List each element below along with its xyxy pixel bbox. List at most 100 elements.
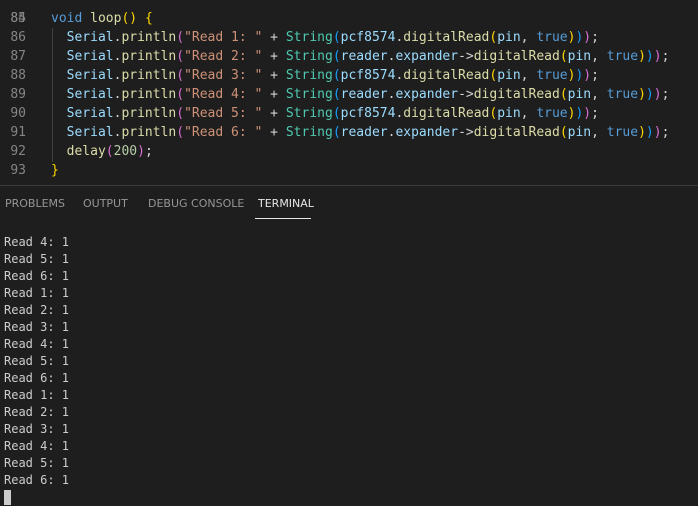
code-token: true [606, 125, 639, 140]
code-text: Serial.println("Read 5: " + String(pcf85… [51, 104, 599, 123]
code-token: "Read 3: " [184, 68, 263, 83]
code-text: } [51, 161, 59, 180]
code-token: pcf8574 [340, 106, 396, 121]
code-token: ) [583, 106, 592, 121]
terminal-line: Read 2: 1 [4, 405, 70, 419]
code-token: println [121, 87, 177, 102]
code-token: ) [653, 87, 662, 102]
code-token: pin [497, 68, 521, 83]
code-token: , [520, 68, 537, 83]
code-token: ( [489, 68, 498, 83]
code-token: { [144, 11, 153, 26]
code-token: reader [340, 49, 388, 64]
code-editor[interactable]: 84 85 void loop() {86 Serial.println("Rea… [0, 0, 698, 185]
code-token: , [520, 106, 537, 121]
code-token: -> [458, 87, 474, 102]
code-token: pcf8574 [340, 68, 396, 83]
code-token: true [536, 68, 568, 83]
terminal-line: Read 3: 1 [4, 320, 70, 334]
bottom-panel: PROBLEMS OUTPUT DEBUG CONSOLE TERMINAL R… [0, 186, 698, 506]
terminal-lines: Read 4: 1 Read 5: 1 Read 6: 1 Read 1: 1 Read… [4, 234, 698, 489]
terminal-line: Read 4: 1 [4, 337, 70, 351]
code-token: ; [591, 30, 599, 45]
code-token: expander [395, 125, 459, 140]
code-token: ( [559, 87, 568, 102]
code-token: String [285, 106, 333, 121]
panel-tabs: PROBLEMS OUTPUT DEBUG CONSOLE TERMINAL [0, 186, 698, 220]
terminal-line: Read 6: 1 [4, 269, 70, 283]
code-token: , [520, 30, 537, 45]
code-token: println [121, 30, 177, 45]
code-token: ; [661, 49, 670, 64]
line-number: 91 [10, 125, 26, 140]
code-token: + [262, 106, 286, 121]
code-token: + [262, 87, 286, 102]
code-token: String [285, 68, 333, 83]
code-token: pin [567, 87, 592, 102]
code-token: Serial [66, 49, 114, 64]
code-token: 200 [113, 144, 138, 159]
code-token: ) [645, 87, 654, 102]
code-token: ( [176, 106, 185, 121]
code-token: ) [137, 144, 145, 159]
terminal-line: Read 1: 1 [4, 286, 70, 300]
code-text: Serial.println("Read 6: " + String(reade… [51, 123, 670, 142]
code-token: digitalRead [403, 68, 490, 83]
terminal-line: Read 2: 1 [4, 303, 70, 317]
code-token: -> [458, 125, 474, 140]
code-token: () [121, 11, 138, 26]
code-token: println [121, 125, 177, 140]
code-token: ; [591, 68, 599, 83]
terminal-line: Read 4: 1 [4, 235, 70, 249]
code-token: ) [638, 49, 646, 64]
code-token: ; [661, 87, 670, 102]
code-token: digitalRead [473, 125, 560, 140]
code-token: Serial [66, 106, 114, 121]
code-token: loop [90, 11, 122, 26]
code-token: Serial [66, 87, 114, 102]
code-token: expander [395, 49, 459, 64]
code-token: Serial [66, 30, 114, 45]
tab-debug-console[interactable]: DEBUG CONSOLE [148, 197, 244, 210]
code-token: pin [567, 49, 592, 64]
terminal-output[interactable]: Read 4: 1 Read 5: 1 Read 6: 1 Read 1: 1 Read… [4, 234, 698, 506]
code-line-partial: 84 [0, 0, 31, 26]
code-token: ( [332, 125, 341, 140]
code-token: digitalRead [473, 87, 560, 102]
code-token: reader [340, 87, 388, 102]
code-token: ( [489, 30, 498, 45]
code-token: "Read 5: " [184, 106, 263, 121]
code-token: + [262, 49, 286, 64]
code-token: ( [332, 106, 341, 121]
code-token: + [262, 30, 286, 45]
code-token: ) [583, 30, 592, 45]
code-text: delay(200); [51, 142, 153, 161]
code-token: "Read 1: " [184, 30, 263, 45]
code-token: ; [591, 106, 599, 121]
code-text: void loop() { [51, 9, 153, 28]
code-token: void [51, 11, 83, 26]
code-token: , [591, 87, 607, 102]
tab-problems[interactable]: PROBLEMS [5, 197, 65, 210]
code-token: ( [559, 49, 568, 64]
code-text: Serial.println("Read 3: " + String(pcf85… [51, 66, 599, 85]
line-number: 90 [10, 106, 26, 121]
terminal-prompt-line [4, 489, 698, 506]
code-token: expander [395, 87, 459, 102]
tab-output[interactable]: OUTPUT [83, 197, 128, 210]
code-text: Serial.println("Read 2: " + String(reade… [51, 47, 670, 66]
terminal-line: Read 3: 1 [4, 422, 70, 436]
code-token: "Read 6: " [184, 125, 263, 140]
tab-terminal[interactable]: TERMINAL [258, 197, 314, 210]
code-token: , [591, 49, 607, 64]
code-token: digitalRead [473, 49, 560, 64]
code-token: true [606, 49, 639, 64]
code-token: pcf8574 [340, 30, 396, 45]
